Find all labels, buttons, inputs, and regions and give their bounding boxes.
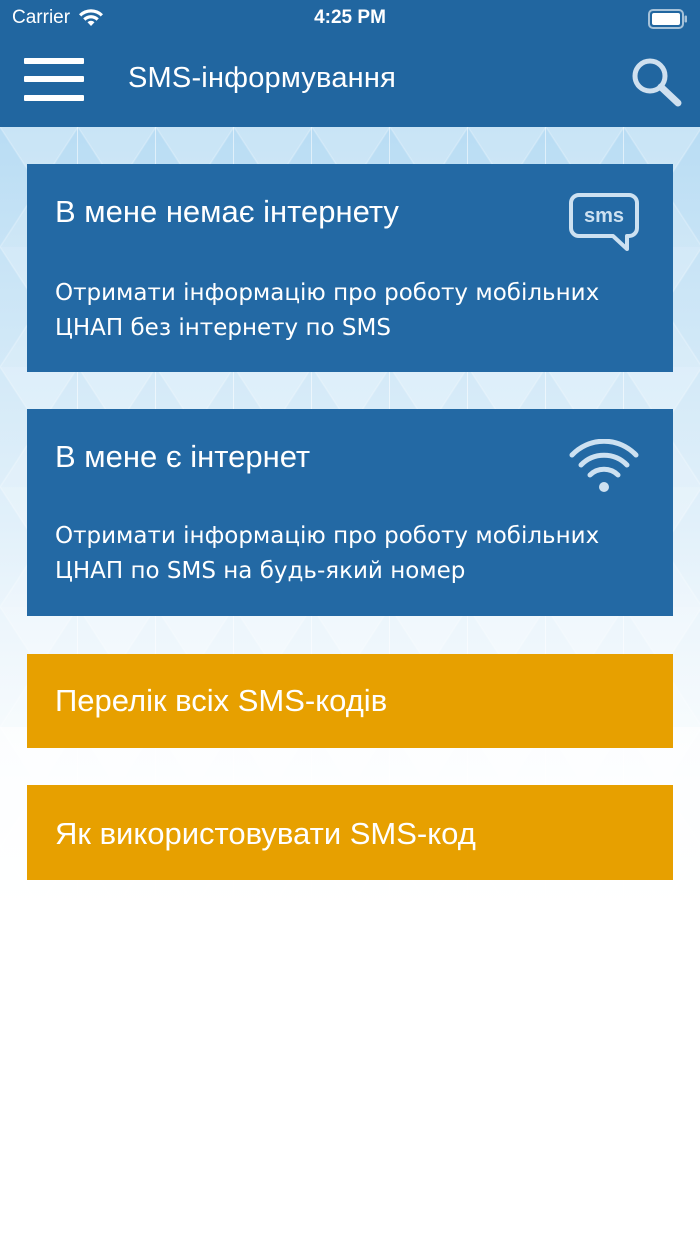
status-bar: Carrier 4:25 PM <box>0 0 700 36</box>
sms-codes-list-button[interactable]: Перелік всіх SMS-кодів <box>27 654 673 748</box>
has-internet-card[interactable]: В мене є інтернет Отримати інформацію пр… <box>27 409 673 616</box>
sms-bubble-icon: sms <box>569 193 639 251</box>
hamburger-menu-icon[interactable] <box>24 58 84 102</box>
battery-icon <box>648 9 687 29</box>
card-heading: В мене немає інтернету <box>55 194 399 229</box>
card-heading: Як використовувати SMS-код <box>55 816 476 851</box>
card-heading: Перелік всіх SMS-кодів <box>55 683 388 718</box>
wifi-icon <box>569 439 639 492</box>
card-heading: В мене є інтернет <box>55 439 311 474</box>
card-description: Отримати інформацію про роботу мобільних… <box>55 523 600 584</box>
no-internet-card[interactable]: В мене немає інтернету sms Отримати інфо… <box>27 164 673 372</box>
how-to-use-sms-code-button[interactable]: Як використовувати SMS-код <box>27 785 673 880</box>
app-header: Carrier 4:25 PM SMS-інформування <box>0 0 700 127</box>
svg-text:sms: sms <box>584 205 624 227</box>
status-time: 4:25 PM <box>314 7 386 28</box>
search-icon[interactable] <box>626 54 684 108</box>
card-description: Отримати інформацію про роботу мобільних… <box>55 280 600 341</box>
page-title: SMS-інформування <box>128 62 396 94</box>
